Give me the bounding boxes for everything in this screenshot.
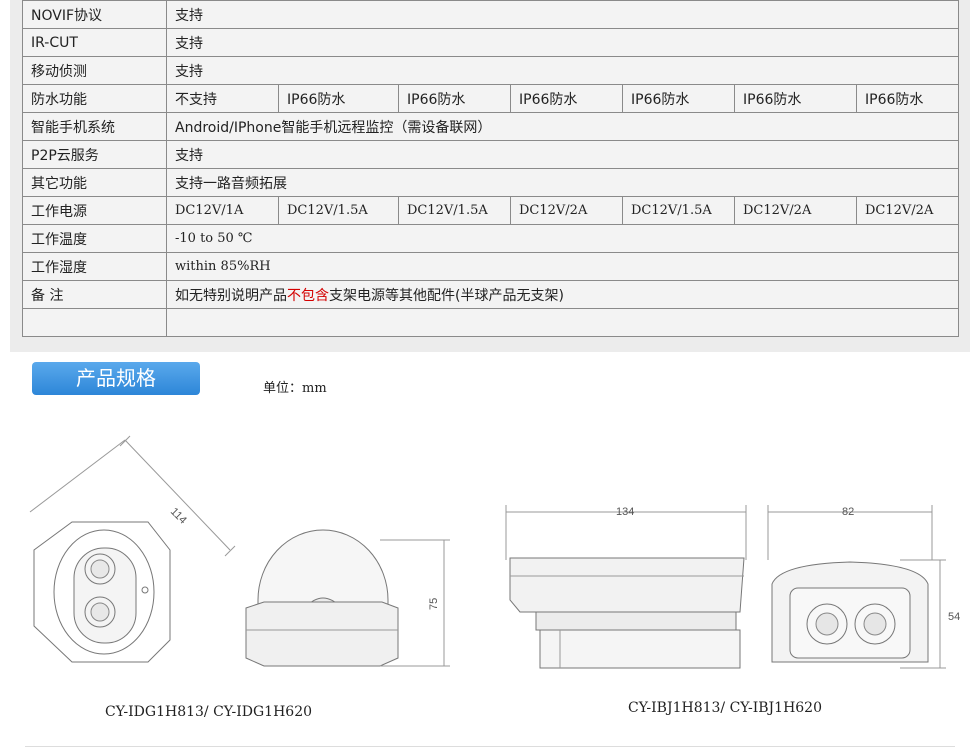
spec-cell: 不支持 — [166, 84, 279, 113]
spec-label: 工作湿度 — [22, 252, 167, 281]
unit-label: 单位：mm — [263, 381, 327, 396]
spec-cell: IP66防水 — [510, 84, 623, 113]
spec-cell: IP66防水 — [398, 84, 511, 113]
spec-value: Android/IPhone智能手机远程监控（需设备联网） — [166, 112, 959, 141]
spec-row: NOVIF协议 支持 — [22, 0, 959, 29]
spec-label: 移动侦测 — [22, 56, 167, 85]
spec-cell: IP66防水 — [278, 84, 399, 113]
spec-row: 其它功能 支持一路音频拓展 — [22, 168, 959, 197]
spec-value: 支持 — [166, 28, 959, 57]
spec-value — [166, 308, 959, 337]
bullet-side-view: 134 — [505, 505, 747, 669]
dimension-82: 82 — [842, 506, 854, 518]
spec-cell: DC12V/2A — [510, 196, 623, 225]
dome-side-view: 75 — [245, 529, 450, 667]
spec-row: P2P云服务 支持 — [22, 140, 959, 169]
section-title-badge: 产品规格 — [32, 362, 200, 395]
spec-value: 支持 — [166, 0, 959, 29]
spec-cell: IP66防水 — [734, 84, 857, 113]
spec-cell: DC12V/2A — [856, 196, 959, 225]
spec-label: 其它功能 — [22, 168, 167, 197]
dimension-134: 134 — [616, 506, 634, 518]
spec-value: within 85%RH — [166, 252, 959, 281]
spec-label: IR-CUT — [22, 28, 167, 57]
spec-cell: DC12V/1.5A — [398, 196, 511, 225]
dome-model-label: CY-IDG1H813/ CY-IDG1H620 — [105, 704, 313, 720]
spec-cell: IP66防水 — [856, 84, 959, 113]
spec-label: NOVIF协议 — [22, 0, 167, 29]
spec-table-panel: NOVIF协议 支持 IR-CUT 支持 移动侦测 支持 防水功能 不支持 IP66防水 IP66… — [10, 0, 970, 352]
spec-cell: DC12V/1.5A — [622, 196, 735, 225]
spec-row: 工作电源 DC12V/1A DC12V/1.5A DC12V/1.5A DC12V/2A… — [22, 196, 959, 225]
spec-note: 如无特别说明产品不包含支架电源等其他配件(半球产品无支架) — [166, 280, 959, 309]
note-after: 支架电源等其他配件(半球产品无支架) — [329, 287, 564, 304]
spec-row: 工作温度 -10 to 50 ℃ — [22, 224, 959, 253]
spec-value: 支持 — [166, 56, 959, 85]
spec-value: 支持一路音频拓展 — [166, 168, 959, 197]
spec-label: P2P云服务 — [22, 140, 167, 169]
spec-label: 备 注 — [22, 280, 167, 309]
dome-top-view: 114 — [29, 435, 236, 663]
spec-cell: DC12V/1A — [166, 196, 279, 225]
spec-row: 智能手机系统 Android/IPhone智能手机远程监控（需设备联网） — [22, 112, 959, 141]
spec-cell: IP66防水 — [622, 84, 735, 113]
spec-row: 防水功能 不支持 IP66防水 IP66防水 IP66防水 IP66防水 IP66防水 IP6… — [22, 84, 959, 113]
spec-label — [22, 308, 167, 337]
spec-label: 防水功能 — [22, 84, 167, 113]
spec-cell: DC12V/1.5A — [278, 196, 399, 225]
spec-value: 支持 — [166, 140, 959, 169]
dimension-114: 114 — [168, 506, 189, 527]
note-highlight: 不包含 — [287, 287, 329, 304]
spec-row: 备 注如无特别说明产品不包含支架电源等其他配件(半球产品无支架) — [22, 280, 959, 309]
spec-row: 工作湿度 within 85%RH — [22, 252, 959, 281]
dimension-54: 54 — [948, 611, 960, 623]
note-before: 如无特别说明产品 — [175, 287, 287, 304]
spec-label: 智能手机系统 — [22, 112, 167, 141]
spec-value: -10 to 50 ℃ — [166, 224, 959, 253]
divider — [25, 746, 955, 747]
dimension-drawings: 114 75 134 82 54 — [29, 435, 960, 669]
spec-label: 工作电源 — [22, 196, 167, 225]
spec-table: NOVIF协议 支持 IR-CUT 支持 移动侦测 支持 防水功能 不支持 IP66防水 IP66… — [22, 0, 959, 337]
spec-cell: DC12V/2A — [734, 196, 857, 225]
spec-row: 移动侦测 支持 — [22, 56, 959, 85]
bullet-front-view: 82 54 — [767, 505, 960, 669]
bullet-model-label: CY-IBJ1H813/ CY-IBJ1H620 — [628, 700, 822, 716]
spec-row — [22, 308, 959, 337]
spec-row: IR-CUT 支持 — [22, 28, 959, 57]
dimension-75: 75 — [428, 598, 440, 610]
spec-label: 工作温度 — [22, 224, 167, 253]
